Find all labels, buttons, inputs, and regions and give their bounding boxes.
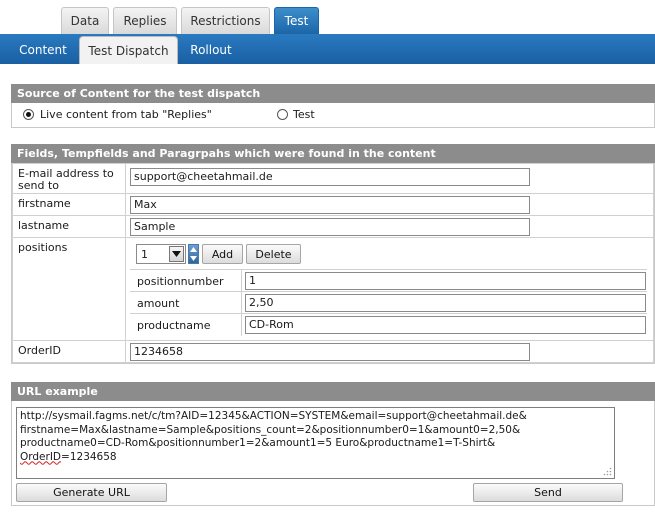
column-divider: [241, 292, 242, 314]
subtab-test-dispatch[interactable]: Test Dispatch: [79, 36, 178, 64]
delete-position-button[interactable]: Delete: [246, 244, 301, 264]
sub-tab-bar: Content Test Dispatch Rollout: [0, 34, 655, 64]
url-example-textarea[interactable]: http://sysmail.fagms.net/c/tm?AID=12345&…: [16, 407, 615, 479]
tab-test[interactable]: Test: [274, 7, 319, 34]
resize-grip-icon[interactable]: [603, 467, 612, 476]
table-row: E-mail address to send to support@cheeta…: [12, 163, 654, 194]
url-line: http://sysmail.fagms.net/c/tm?AID=12345&…: [20, 410, 527, 422]
table-row: lastname Sample: [12, 215, 654, 238]
add-button-label: Add: [211, 247, 234, 261]
source-section: Source of Content for the test dispatch …: [11, 84, 655, 128]
productname-field[interactable]: CD-Rom: [245, 316, 646, 334]
fields-section: Fields, Tempfields and Paragrpahs which …: [11, 144, 655, 364]
url-line: firstname=Max&lastname=Sample&positions_…: [20, 423, 521, 436]
send-label: Send: [534, 486, 562, 499]
amount-label: amount: [137, 297, 180, 310]
table-row: positionnumber 1: [130, 270, 647, 292]
orderid-label: OrderID: [12, 340, 126, 363]
positionnumber-field[interactable]: 1: [245, 272, 646, 290]
orderid-field[interactable]: 1234658: [130, 343, 530, 361]
table-row: OrderID 1234658: [12, 340, 654, 363]
url-line-orderid-rest: =1234658: [61, 450, 117, 463]
table-row: productname CD-Rom: [130, 314, 647, 336]
chevron-down-icon[interactable]: [169, 246, 184, 262]
url-line: productname0=CD-Rom&positionnumber1=2&am…: [20, 437, 496, 449]
url-heading: URL example: [11, 382, 655, 401]
url-body: http://sysmail.fagms.net/c/tm?AID=12345&…: [11, 401, 655, 506]
subtab-rollout[interactable]: Rollout: [181, 36, 241, 64]
tab-replies[interactable]: Replies: [113, 7, 177, 34]
fields-heading: Fields, Tempfields and Paragrpahs which …: [11, 144, 655, 163]
subtab-content-label: Content: [19, 43, 67, 57]
url-line: OrderID=1234658: [20, 451, 611, 465]
firstname-label: firstname: [12, 193, 126, 216]
lastname-label: lastname: [12, 215, 126, 238]
delete-button-label: Delete: [255, 247, 292, 261]
source-heading: Source of Content for the test dispatch: [11, 84, 655, 103]
tab-restrictions[interactable]: Restrictions: [181, 7, 270, 34]
email-field[interactable]: support@cheetahmail.de: [130, 168, 530, 186]
radio-live-content[interactable]: [23, 109, 34, 120]
add-position-button[interactable]: Add: [202, 244, 243, 264]
positionnumber-label: positionnumber: [137, 275, 224, 288]
fields-table: E-mail address to send to support@cheeta…: [12, 163, 654, 363]
send-button[interactable]: Send: [473, 483, 623, 502]
amount-field[interactable]: 2,50: [245, 294, 646, 312]
positions-subtable: positionnumber 1 amount 2,50 productname: [130, 269, 647, 336]
column-divider: [241, 270, 242, 292]
radio-live-content-label[interactable]: Live content from tab "Replies": [40, 108, 212, 121]
table-row: positions 1 Add Delete positionnumber 1 …: [12, 237, 654, 341]
tab-replies-label: Replies: [123, 14, 167, 28]
firstname-field[interactable]: Max: [130, 196, 530, 214]
radio-test-label[interactable]: Test: [293, 108, 315, 121]
url-section: URL example http://sysmail.fagms.net/c/t…: [11, 382, 655, 506]
productname-label: productname: [137, 319, 211, 332]
tab-data-label: Data: [70, 14, 100, 28]
positions-container: 1 Add Delete positionnumber 1 amount 2,5…: [130, 242, 653, 340]
subtab-test-dispatch-label: Test Dispatch: [88, 43, 169, 58]
lastname-field[interactable]: Sample: [130, 218, 530, 236]
subtab-rollout-label: Rollout: [190, 43, 232, 57]
fields-body: E-mail address to send to support@cheeta…: [11, 163, 655, 364]
tab-data[interactable]: Data: [61, 7, 109, 34]
positions-select[interactable]: 1: [136, 244, 186, 264]
source-options: Live content from tab "Replies" Test: [11, 103, 655, 128]
generate-url-label: Generate URL: [53, 486, 130, 499]
url-line-orderid-word: OrderID: [20, 450, 62, 463]
column-divider: [241, 314, 242, 336]
subtab-content[interactable]: Content: [12, 36, 74, 64]
spinner-arrows-icon: [190, 247, 197, 261]
top-tab-bar: Data Replies Restrictions Test: [0, 0, 655, 34]
table-row: firstname Max: [12, 193, 654, 216]
table-row: amount 2,50: [130, 292, 647, 314]
positions-select-value: 1: [141, 248, 148, 261]
positions-spinner[interactable]: [188, 244, 199, 264]
positions-label: positions: [12, 237, 126, 341]
tab-test-label: Test: [284, 14, 309, 28]
email-label: E-mail address to send to: [12, 163, 126, 194]
generate-url-button[interactable]: Generate URL: [16, 483, 167, 502]
radio-test[interactable]: [277, 109, 288, 120]
tab-restrictions-label: Restrictions: [190, 14, 261, 28]
